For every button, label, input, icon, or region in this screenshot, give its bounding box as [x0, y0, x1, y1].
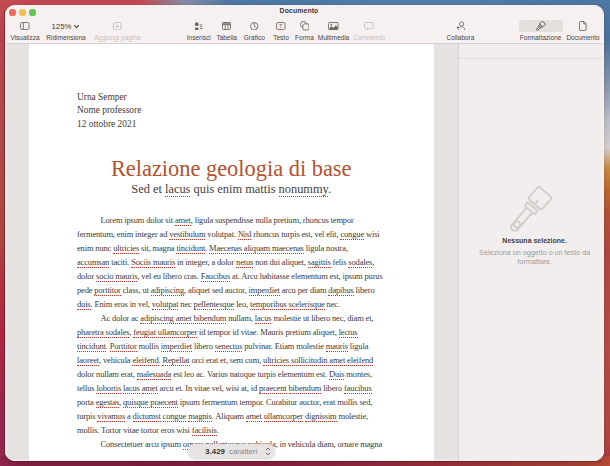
svg-text:T: T [279, 23, 283, 29]
